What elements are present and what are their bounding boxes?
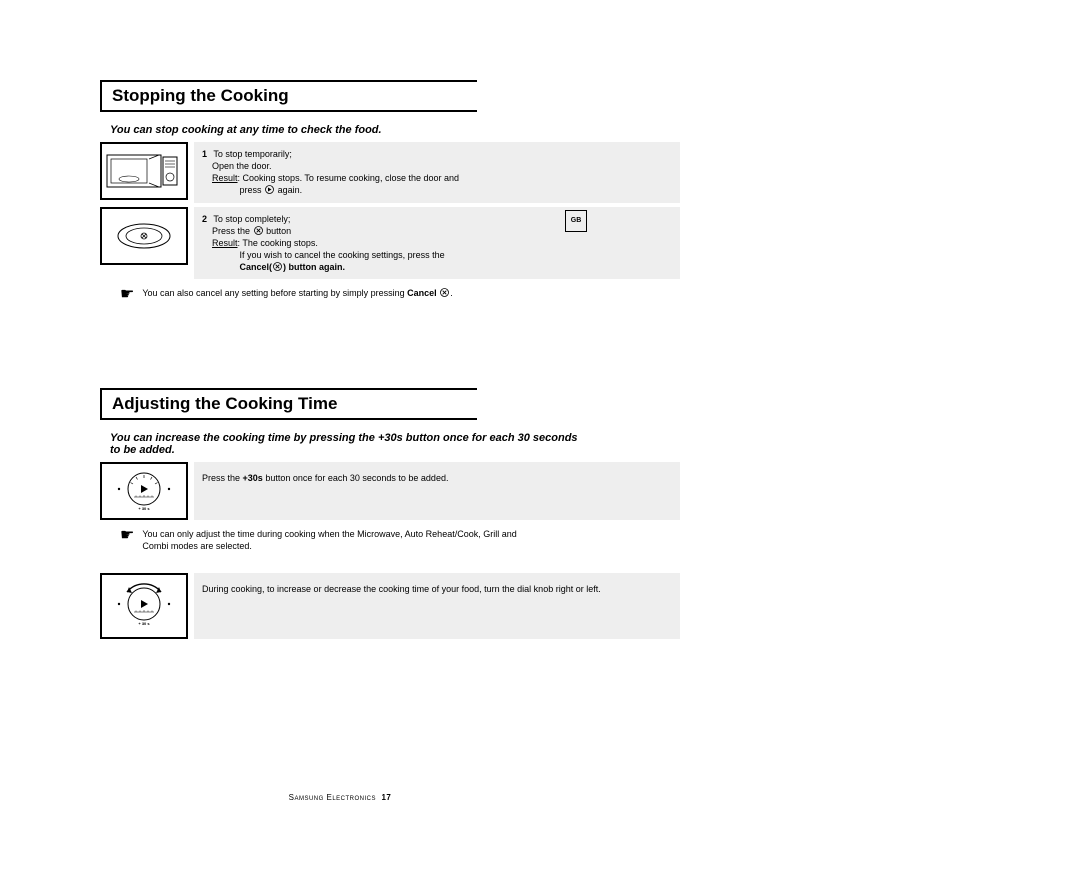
step-number: 2 [202, 214, 207, 224]
note-text: You can only adjust the time during cook… [142, 528, 542, 552]
step-text: To stop completely; [213, 214, 290, 224]
illustration-cancel-button [100, 207, 188, 265]
note-text: You can also cancel any setting before s… [142, 287, 452, 299]
row-body: Press the +30s button once for each 30 s… [194, 462, 680, 520]
step-text: press [240, 185, 262, 195]
step-text: button [266, 226, 291, 236]
svg-text:+ 30 s: + 30 s [138, 506, 150, 511]
step-text: If you wish to cancel the cooking settin… [240, 250, 445, 260]
illustration-plus30s: + 30 s [100, 462, 188, 520]
step-text: ) button again. [283, 262, 345, 272]
step-text: Cancel( [240, 262, 273, 272]
pointer-icon: ☛ [120, 287, 134, 303]
step-text: To stop temporarily; [213, 149, 292, 159]
svg-text:+ 30 s: + 30 s [138, 621, 150, 626]
step-text: Open the door. [212, 161, 272, 171]
result-label: Result [212, 173, 238, 183]
step-number: 1 [202, 149, 207, 159]
step-2-body: 2 To stop completely; Press the button R… [194, 207, 680, 280]
section-intro-stopping: You can stop cooking at any time to chec… [110, 124, 580, 136]
cancel-icon [253, 226, 264, 235]
row-body: During cooking, to increase or decrease … [194, 573, 680, 639]
cancel-icon [272, 262, 283, 271]
start-icon [264, 185, 275, 194]
step-1-body: 1 To stop temporarily; Open the door. Re… [194, 142, 680, 203]
page-footer: Samsung Electronics 17 [100, 793, 580, 802]
section-title-stopping: Stopping the Cooking [100, 80, 477, 112]
language-badge: GB [565, 210, 587, 232]
illustration-microwave-door [100, 142, 188, 200]
section-intro-adjusting: You can increase the cooking time by pre… [110, 432, 580, 456]
step-text: : The cooking stops. [238, 238, 318, 248]
step-text: : Cooking stops. To resume cooking, clos… [238, 173, 459, 183]
step-text: Press the [212, 226, 250, 236]
illustration-dial-turn: + 30 s [100, 573, 188, 639]
pointer-icon: ☛ [120, 528, 134, 544]
section-title-adjusting: Adjusting the Cooking Time [100, 388, 477, 420]
cancel-icon [439, 288, 450, 297]
result-label: Result [212, 238, 238, 248]
step-text: again. [278, 185, 303, 195]
